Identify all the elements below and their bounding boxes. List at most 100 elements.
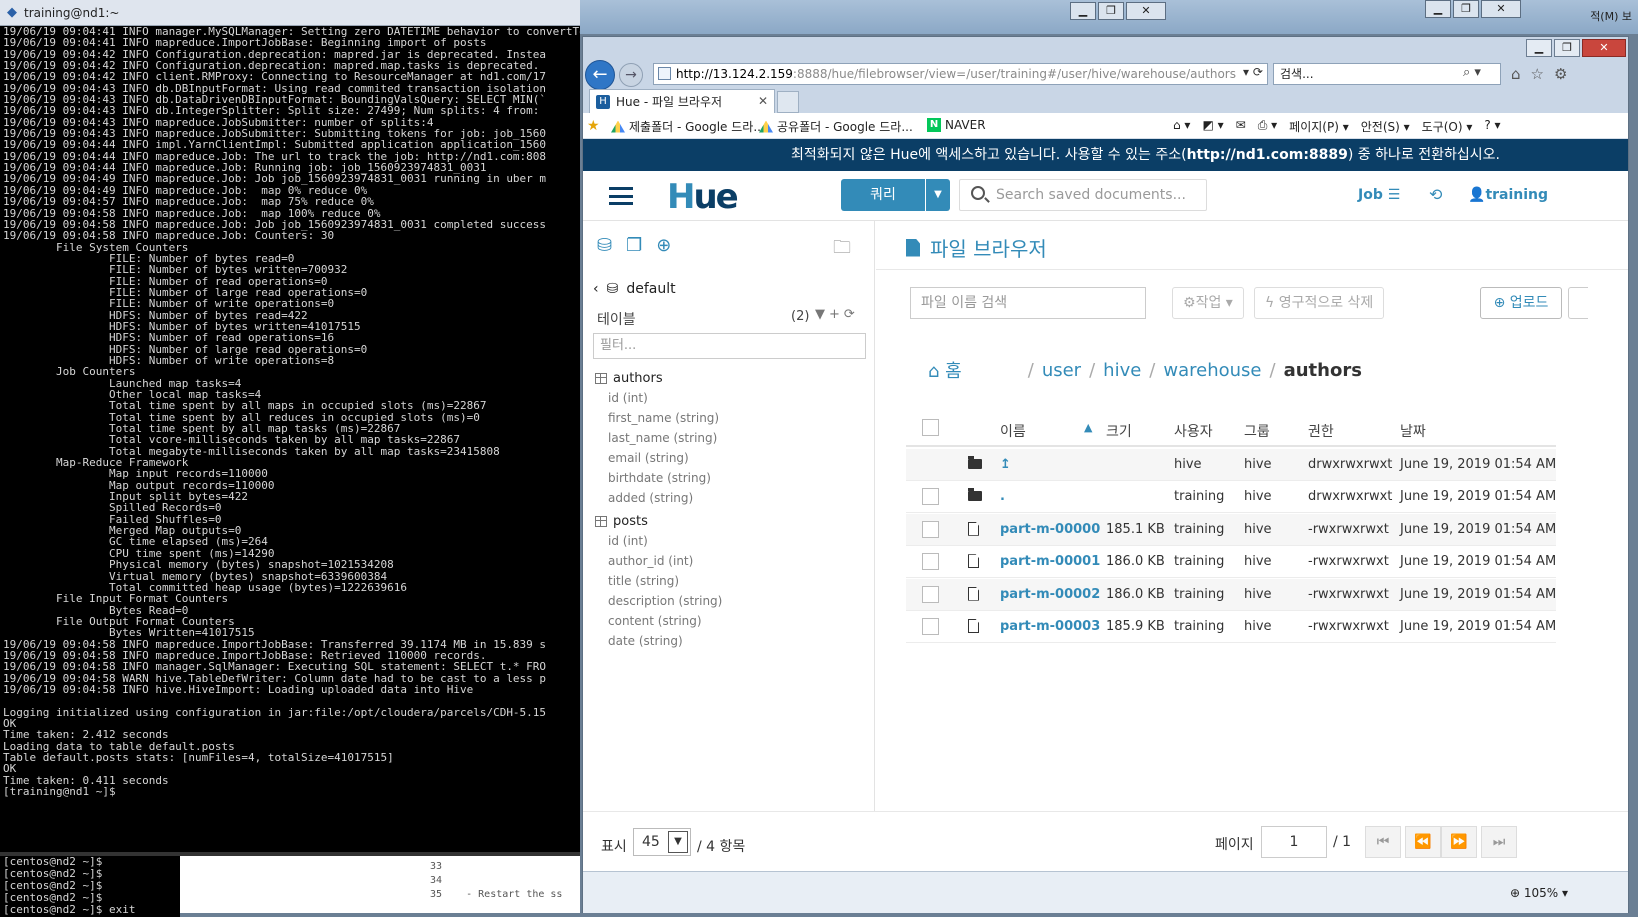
favorite-item-naver[interactable]: N NAVER: [927, 118, 986, 132]
prev-page-icon[interactable]: ⏪: [1405, 826, 1441, 858]
row-checkbox[interactable]: [922, 488, 939, 506]
menu-help[interactable]: ? ▾: [1484, 118, 1500, 135]
menu-tools[interactable]: 도구(O) ▾: [1422, 118, 1473, 135]
table-column[interactable]: description (string): [608, 594, 722, 608]
job-browser-button[interactable]: Job ☰: [1358, 187, 1400, 203]
breadcrumb-user[interactable]: user: [1042, 360, 1081, 381]
home-icon[interactable]: ⌂: [1511, 65, 1521, 83]
add-icon[interactable]: +: [829, 307, 844, 322]
column-user[interactable]: 사용자: [1174, 421, 1213, 441]
table-row[interactable]: part-m-00003 185.9 KB training hive -rwxrwxr…: [906, 611, 1556, 643]
table-row[interactable]: part-m-00002 186.0 KB training hive -rwxrwxr…: [906, 578, 1556, 611]
secondary-terminal-output[interactable]: [centos@nd2 ~]$ [centos@nd2 ~]$ [centos@nd…: [0, 856, 180, 917]
favorite-item-submit-folder[interactable]: 제출폴더 - Google 드라...: [611, 118, 765, 135]
cell-name[interactable]: ↥: [1000, 457, 1011, 472]
back-button[interactable]: ←: [585, 60, 615, 90]
row-checkbox[interactable]: [922, 618, 939, 635]
breadcrumb-hive[interactable]: hive: [1103, 360, 1141, 381]
terminal-window[interactable]: ◆ training@nd1:~ 19/06/19 09:04:41 INFO …: [0, 0, 580, 917]
database-icon[interactable]: ⛁: [597, 235, 612, 256]
query-dropdown-caret-icon[interactable]: ▼: [926, 179, 950, 211]
upload-button[interactable]: ⊕ 업로드: [1480, 287, 1562, 319]
table-row[interactable]: part-m-00000 185.1 KB training hive -rwxrwxr…: [906, 513, 1556, 546]
table-column[interactable]: date (string): [608, 634, 683, 648]
delete-forever-button[interactable]: ϟ 영구적으로 삭제: [1254, 287, 1385, 319]
zoom-search-icon[interactable]: ⊕: [656, 235, 671, 256]
folder-icon[interactable]: 🗀: [833, 235, 851, 265]
cell-name[interactable]: .: [1000, 489, 1005, 504]
bg-minimize-button[interactable]: ▁: [1070, 2, 1096, 20]
table-column[interactable]: last_name (string): [608, 431, 717, 445]
table-column[interactable]: birthdate (string): [608, 471, 711, 485]
filter-icon[interactable]: ▼: [815, 307, 829, 322]
bg2-maximize-button[interactable]: ❐: [1453, 0, 1479, 18]
refresh-icon[interactable]: ⟳: [844, 307, 859, 322]
new-button-edge[interactable]: [1568, 287, 1588, 319]
column-name[interactable]: 이름: [1000, 421, 1026, 441]
column-permissions[interactable]: 권한: [1308, 421, 1334, 441]
row-checkbox[interactable]: [922, 585, 939, 603]
file-name-search-input[interactable]: 파일 이름 검색: [910, 287, 1146, 319]
table-column[interactable]: id (int): [608, 534, 648, 548]
hamburger-menu-icon[interactable]: [609, 187, 633, 205]
bg2-minimize-button[interactable]: ▁: [1425, 0, 1451, 18]
address-dropdown-refresh[interactable]: ▾ ⟳: [1243, 65, 1263, 79]
menu-page[interactable]: 페이지(P) ▾: [1289, 118, 1349, 135]
cell-name[interactable]: part-m-00000: [1000, 522, 1100, 537]
browser-close-button[interactable]: ✕: [1582, 39, 1626, 57]
table-column[interactable]: email (string): [608, 451, 689, 465]
bg2-close-button[interactable]: ✕: [1481, 0, 1521, 18]
terminal-output[interactable]: 19/06/19 09:04:41 INFO manager.MySQLMana…: [3, 26, 580, 852]
table-row[interactable]: part-m-00001 186.0 KB training hive -rwxrwxr…: [906, 546, 1556, 579]
zoom-level[interactable]: ⊕ 105% ▾: [1510, 886, 1568, 900]
row-checkbox[interactable]: [922, 553, 939, 571]
assist-table-1[interactable]: posts: [595, 514, 648, 529]
home-page-icon[interactable]: ⌂ ▾: [1173, 118, 1190, 135]
breadcrumb-home[interactable]: ⌂ 홈: [928, 357, 962, 383]
history-icon[interactable]: ⟲: [1429, 185, 1442, 204]
query-button[interactable]: 쿼리: [841, 179, 925, 211]
saved-documents-search-input[interactable]: Search saved documents...: [959, 179, 1207, 211]
menu-safety[interactable]: 안전(S) ▾: [1361, 118, 1410, 135]
forward-button[interactable]: →: [619, 63, 643, 87]
next-page-icon[interactable]: ⏩: [1441, 826, 1477, 858]
print-icon[interactable]: ⎙ ▾: [1258, 118, 1277, 135]
bg-close-button[interactable]: ✕: [1126, 2, 1166, 20]
page-size-select[interactable]: 45 ▼: [633, 828, 691, 856]
hue-logo[interactable]: Hue: [667, 179, 739, 215]
assist-table-0[interactable]: authors: [595, 371, 663, 386]
terminal-title-bar[interactable]: ◆ training@nd1:~: [0, 0, 580, 26]
tab-hue-filebrowser[interactable]: H Hue - 파일 브라우저 ✕: [589, 89, 775, 113]
read-mail-icon[interactable]: ✉: [1236, 118, 1246, 135]
last-page-icon[interactable]: ⏭: [1481, 826, 1517, 858]
table-column[interactable]: title (string): [608, 574, 679, 588]
settings-gear-icon[interactable]: ⚙: [1554, 65, 1567, 83]
documents-icon[interactable]: ❐: [626, 235, 642, 256]
cell-name[interactable]: part-m-00003: [1000, 619, 1100, 634]
row-checkbox[interactable]: [922, 520, 939, 538]
select-all-checkbox[interactable]: [922, 419, 939, 436]
cell-name[interactable]: part-m-00002: [1000, 587, 1100, 602]
table-column[interactable]: content (string): [608, 614, 702, 628]
column-group[interactable]: 그룹: [1244, 421, 1270, 441]
bg-maximize-button[interactable]: ❐: [1098, 2, 1124, 20]
cell-name[interactable]: part-m-00001: [1000, 554, 1100, 569]
user-menu[interactable]: 👤training: [1468, 187, 1548, 203]
table-column[interactable]: author_id (int): [608, 554, 693, 568]
column-size[interactable]: 크기: [1106, 421, 1132, 441]
new-tab-button[interactable]: [777, 91, 799, 113]
favorites-star-icon[interactable]: ☆: [1531, 65, 1544, 83]
first-page-icon[interactable]: ⏮: [1365, 826, 1401, 858]
table-filter-input[interactable]: 필터...: [593, 333, 866, 359]
table-column[interactable]: first_name (string): [608, 411, 719, 425]
rss-feed-icon[interactable]: ◩ ▾: [1202, 118, 1223, 135]
favorites-star-icon[interactable]: ★: [587, 118, 600, 134]
tab-close-icon[interactable]: ✕: [758, 94, 768, 108]
table-column[interactable]: added (string): [608, 491, 693, 505]
column-date[interactable]: 날짜: [1400, 421, 1426, 441]
browser-minimize-button[interactable]: ▁: [1526, 39, 1552, 57]
actions-button[interactable]: ⚙작업 ▾: [1172, 287, 1244, 319]
table-row[interactable]: ↥ hive hive drwxrwxrwxt June 19, 2019 01:54 …: [906, 449, 1556, 481]
table-column[interactable]: id (int): [608, 391, 648, 405]
favorite-item-shared-folder[interactable]: 공유폴더 - Google 드라...: [759, 118, 913, 135]
